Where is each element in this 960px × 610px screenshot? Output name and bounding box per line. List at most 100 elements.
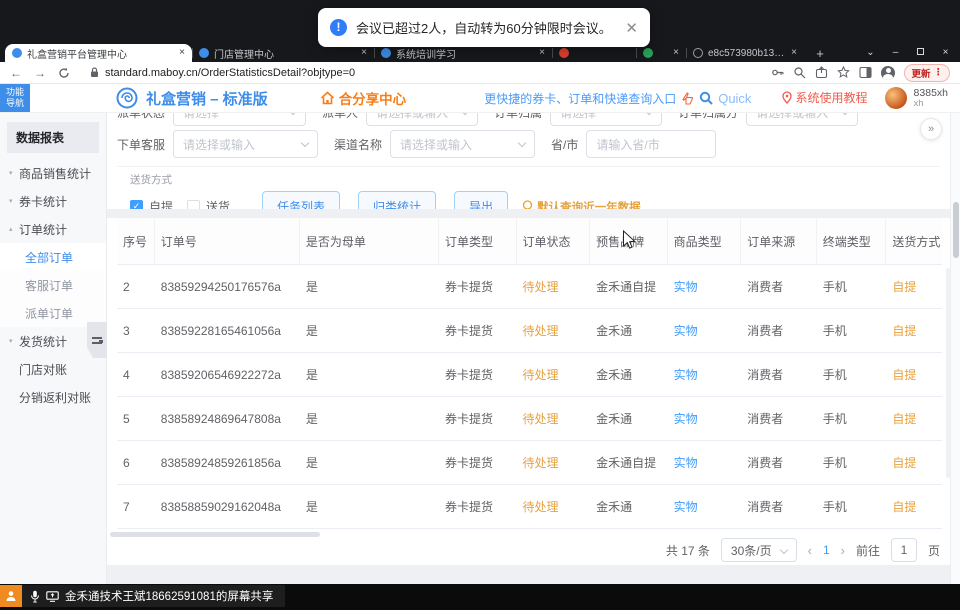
filter-field: 订单归属方 请选择或输入	[678, 112, 858, 126]
checkbox-icon: ✓	[130, 200, 143, 209]
table-cell: 券卡提货	[439, 397, 517, 440]
tab-close-icon[interactable]: ×	[791, 48, 797, 58]
filter-select[interactable]: 请选择或输入	[390, 130, 535, 158]
reload-icon[interactable]	[58, 67, 70, 79]
goto-page-input[interactable]: 1	[891, 538, 917, 562]
window-minimize-button[interactable]: –	[883, 47, 908, 58]
chevron-down-icon	[779, 546, 787, 554]
table-cell: 手机	[817, 353, 887, 396]
prev-page-button[interactable]: ‹	[808, 543, 812, 558]
filter-select[interactable]: 请选择或输入	[366, 112, 478, 126]
function-nav-toggle[interactable]: 功能 导航	[0, 84, 30, 112]
table-row[interactable]: 383859228165461056a是券卡提货待处理金禾通实物消费者手机自提	[117, 309, 942, 353]
table-cell: 手机	[817, 485, 887, 528]
sidebar-item-4[interactable]: 客服订单	[0, 271, 106, 299]
page-unit: 页	[928, 542, 940, 559]
window-controls: ⌄ – ×	[858, 44, 958, 60]
password-key-icon[interactable]	[771, 66, 784, 79]
sidebar: 数据报表 ▾ 商品销售统计 ▾ 券卡统计 ▴ 订单统计 全部订单 客服订单 派单…	[0, 112, 107, 584]
column-header: 订单类型	[439, 218, 517, 264]
action-button[interactable]: 归类统计	[358, 191, 436, 209]
delivery-checkbox[interactable]: ✓ 自提	[130, 198, 173, 209]
share-center-link[interactable]: 合分享中心	[320, 88, 407, 108]
window-maximize-button[interactable]	[908, 47, 933, 58]
table-cell: 实物	[668, 485, 742, 528]
quick-entry-link[interactable]: 更快捷的券卡、订单和快递查询入口 Quick	[484, 90, 751, 107]
chevron-icon: ▾	[9, 337, 13, 345]
table-cell: 是	[300, 309, 439, 352]
filter-select[interactable]: 请选择或输入	[173, 130, 318, 158]
filter-select[interactable]: 请输入省/市	[586, 130, 716, 158]
table-row[interactable]: 283859294250176576a是券卡提货待处理金禾通自提实物消费者手机自…	[117, 265, 942, 309]
page-scrollbar-track[interactable]	[950, 84, 960, 584]
browser-tab[interactable]: 礼盒营销平台管理中心 ×	[5, 44, 192, 62]
address-box[interactable]: standard.maboy.cn/OrderStatisticsDetail?…	[82, 64, 771, 82]
browser-menu-chevron-icon[interactable]: ⌄	[858, 47, 883, 58]
table-cell: 消费者	[741, 441, 817, 484]
tab-close-icon[interactable]: ×	[673, 48, 679, 58]
table-cell: 待处理	[517, 397, 591, 440]
chrome-profile-avatar[interactable]	[881, 66, 895, 80]
horizontal-scrollbar-thumb[interactable]	[110, 532, 320, 537]
share-icon[interactable]	[815, 66, 828, 79]
table-cell: 消费者	[741, 353, 817, 396]
bookmark-star-icon[interactable]	[837, 66, 850, 79]
browser-menu-dots-icon[interactable]: ⋮	[934, 67, 944, 78]
location-pin-icon	[782, 91, 792, 104]
system-tutorial-link[interactable]: 系统使用教程	[782, 89, 868, 106]
table-cell: 是	[300, 353, 439, 396]
toast-close-icon[interactable]: ✕	[625, 19, 638, 37]
delivery-checkbox[interactable]: 送货	[187, 198, 230, 209]
page-size-select[interactable]: 30条/页	[721, 538, 797, 562]
side-panel-icon[interactable]	[859, 66, 872, 79]
zoom-icon[interactable]	[793, 66, 806, 79]
sidebar-item-7[interactable]: 门店对账	[0, 355, 106, 383]
filters-collapse-button[interactable]: »	[920, 118, 942, 140]
table-row[interactable]: 583858924869647808a是券卡提货待处理金禾通实物消费者手机自提	[117, 397, 942, 441]
user-names: 8385xh xh	[914, 87, 948, 110]
filter-select[interactable]: 请选择	[173, 112, 306, 126]
tab-close-icon[interactable]: ×	[539, 48, 545, 58]
page-scrollbar-thumb[interactable]	[953, 202, 959, 258]
table-cell: 待处理	[517, 485, 591, 528]
tab-close-icon[interactable]: ×	[179, 48, 185, 58]
meeting-member-button[interactable]	[0, 585, 22, 607]
chrome-update-button[interactable]: 更新⋮	[904, 64, 950, 82]
table-cell: 手机	[817, 309, 887, 352]
table-cell: 83859228165461056a	[155, 309, 300, 352]
user-avatar[interactable]	[885, 87, 907, 109]
url-text: standard.maboy.cn/OrderStatisticsDetail?…	[105, 67, 355, 79]
table-cell: 券卡提货	[439, 485, 517, 528]
filter-select[interactable]: 请选择	[550, 112, 662, 126]
browser-tab[interactable]: e8c573980b1328a258fd2e6 ×	[686, 44, 804, 62]
sidebar-item-2[interactable]: ▴ 订单统计	[0, 215, 106, 243]
sidebar-item-0[interactable]: ▾ 商品销售统计	[0, 159, 106, 187]
sidebar-item-1[interactable]: ▾ 券卡统计	[0, 187, 106, 215]
app-title: 礼盒营销 – 标准版	[146, 88, 268, 109]
forward-icon[interactable]: →	[34, 67, 46, 79]
sidebar-item-3[interactable]: 全部订单	[0, 243, 106, 271]
tab-close-icon[interactable]: ×	[361, 48, 367, 58]
filter-select[interactable]: 请选择或输入	[746, 112, 858, 126]
back-icon[interactable]: ←	[10, 67, 22, 79]
filter-placeholder: 请选择或输入	[183, 136, 255, 153]
brand-logo-icon	[116, 87, 138, 109]
action-button[interactable]: 导出	[454, 191, 508, 209]
share-status-text: 金禾通技术王斌18662591081的屏幕共享	[65, 588, 273, 604]
table-cell: 金禾通	[590, 353, 668, 396]
window-close-button[interactable]: ×	[933, 47, 958, 58]
current-page[interactable]: 1	[823, 543, 830, 557]
table-row[interactable]: 783858859029162048a是券卡提货待处理金禾通实物消费者手机自提	[117, 485, 942, 529]
sidebar-item-8[interactable]: 分销返利对账	[0, 383, 106, 411]
table-row[interactable]: 683858924859261856a是券卡提货待处理金禾通自提实物消费者手机自…	[117, 441, 942, 485]
table-row[interactable]: 483859206546922272a是券卡提货待处理金禾通实物消费者手机自提	[117, 353, 942, 397]
action-button[interactable]: 任务列表	[262, 191, 340, 209]
filter-field: 渠道名称 请选择或输入	[334, 130, 535, 158]
toast-message: 会议已超过2人，自动转为60分钟限时会议。	[356, 18, 612, 37]
share-status-pill[interactable]: 金禾通技术王斌18662591081的屏幕共享	[22, 585, 285, 607]
query-tip: 默认查询近一年数据	[522, 199, 641, 210]
next-page-button[interactable]: ›	[841, 543, 845, 558]
table-cell: 金禾通	[590, 309, 668, 352]
new-tab-button[interactable]: +	[812, 46, 828, 62]
table-cell: 待处理	[517, 309, 591, 352]
